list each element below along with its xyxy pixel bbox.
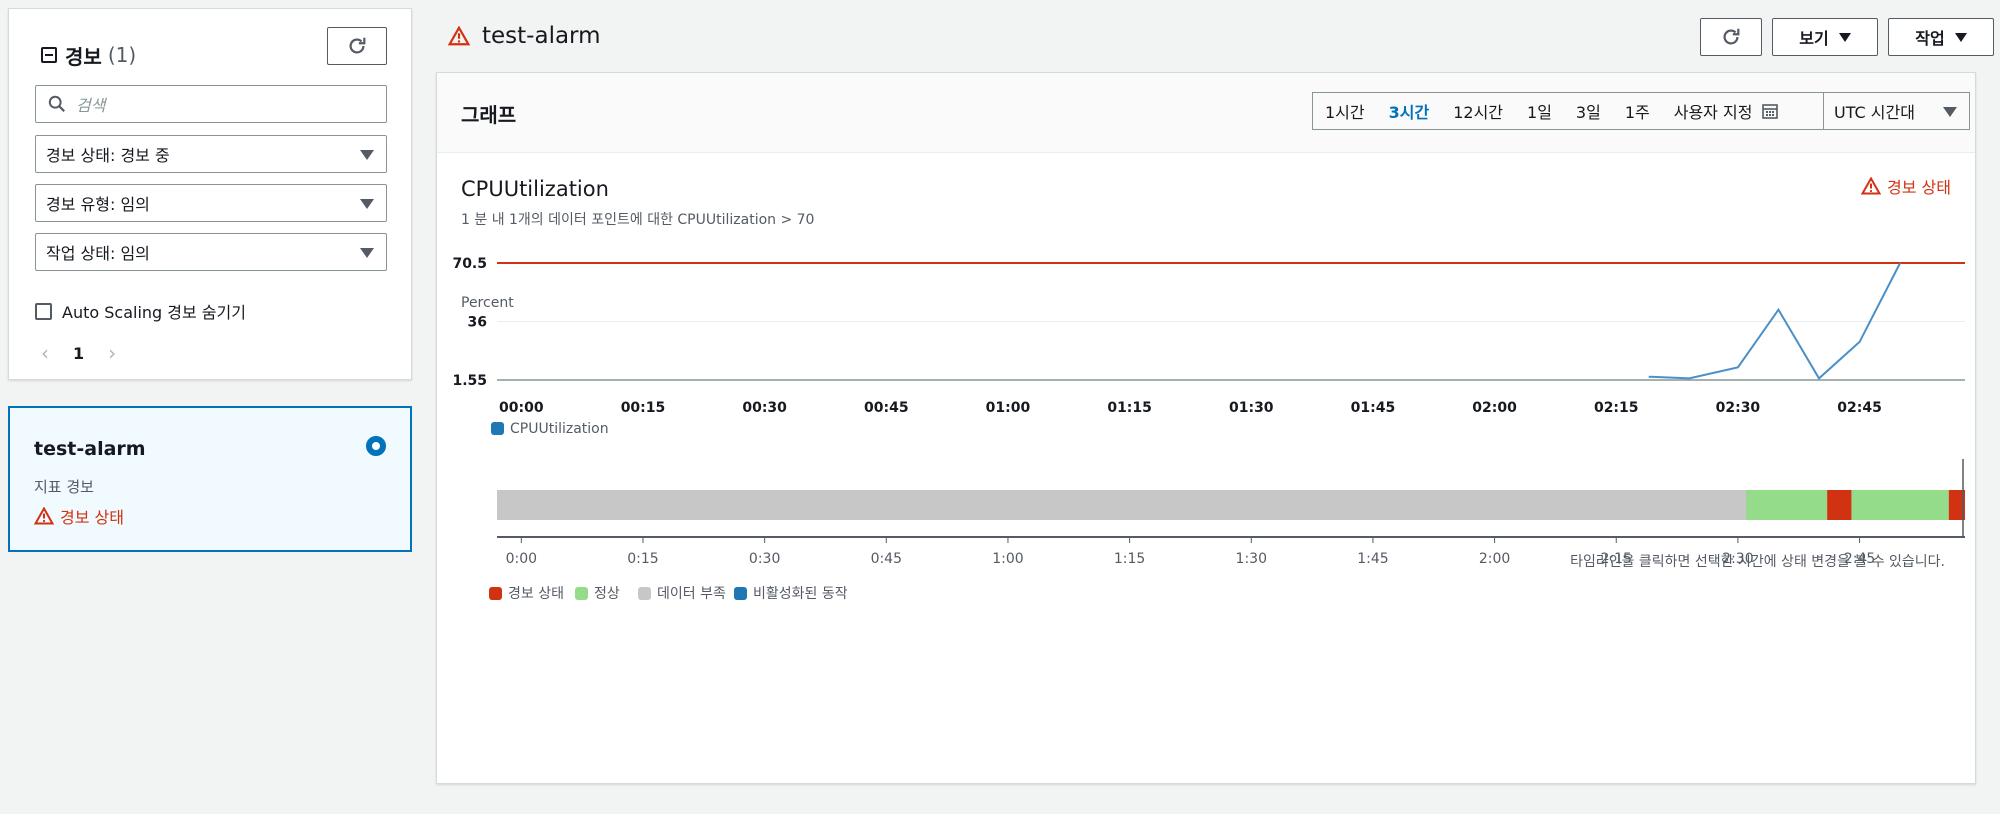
caret-down-icon [360,150,374,160]
pagination: ‹ 1 › [41,341,116,365]
alarm-list-title: 경보 [65,44,102,69]
x-tick-label: 01:45 [1351,400,1396,416]
timeline-hint: 타임라인을 클릭하면 선택한 시간에 상태 변경을 볼 수 있습니다. [1570,554,1945,570]
timeline-tick-label: 2:00 [1479,551,1510,567]
caret-down-icon [1838,32,1851,42]
timeline-segment-ok [1851,490,1949,520]
alarm-list-item[interactable]: test-alarm 지표 경보 경보 상태 [8,406,412,552]
view-dropdown-button[interactable]: 보기 [1772,18,1878,56]
timeline-tick-label: 0:45 [871,551,902,567]
series-line-cpuutilization [1648,262,1902,380]
chevron-right-icon[interactable]: › [108,341,116,365]
alarm-item-kind: 지표 경보 [34,478,94,496]
timeline-legend-label: 정상 [594,586,620,602]
timeline-tick-label: 1:30 [1236,551,1267,567]
timeline-legend-swatch-disabled [734,587,747,600]
refresh-icon [349,37,366,54]
sidebar-refresh-button[interactable] [327,27,387,65]
y-tick-label: 36 [468,315,487,331]
alarm-search-input[interactable]: 검색 [35,85,387,123]
x-tick-label: 01:15 [1107,400,1152,416]
timeline-legend-swatch-ok [575,587,588,600]
alarm-item-state-label: 경보 상태 [60,508,124,527]
x-tick-label: 00:00 [499,400,544,416]
graph-panel: 그래프 1시간 3시간 12시간 1일 3일 1주 사용자 지정 UTC 시간대 [436,72,1976,784]
y-tick-label: 70.5 [452,256,487,272]
alarm-item-state: 경보 상태 [34,504,124,528]
x-tick-label: 02:45 [1837,400,1882,416]
alarm-type-filter-label: 경보 유형: 임의 [46,195,150,214]
timeline-legend-swatch-insufficient [638,587,651,600]
series-legend-label: CPUUtilization [510,421,609,437]
search-icon [48,95,65,112]
caret-down-icon [360,199,374,209]
page-number[interactable]: 1 [73,344,84,363]
timeline-segment-insufficient [497,490,1747,520]
caret-down-icon [360,248,374,258]
timeline-legend-swatch-alarm [489,587,502,600]
view-button-label: 보기 [1799,29,1829,48]
page-title: test-alarm [448,18,601,54]
timeline-tick-label: 0:30 [749,551,780,567]
action-state-filter-label: 작업 상태: 임의 [46,244,150,263]
caret-down-icon [1954,32,1967,42]
timeline-segment-ok [1746,490,1828,520]
metric-chart: Percent 1.55 36 70.5 00:00 00:15 00:30 00:45 0… [452,256,1965,602]
timeline-tick-label: 0:00 [506,551,537,567]
collapse-icon[interactable] [41,47,57,63]
alarm-list-header: 경보 (1) [41,33,136,77]
y-axis-label: Percent [461,295,514,311]
alarm-item-name: test-alarm [34,438,146,460]
x-tick-label: 00:15 [621,400,666,416]
x-tick-label: 01:30 [1229,400,1274,416]
search-placeholder: 검색 [76,96,106,115]
refresh-icon [1723,28,1740,45]
hide-autoscaling-label: Auto Scaling 경보 숨기기 [62,303,246,322]
timeline-tick-label: 1:15 [1114,551,1145,567]
actions-button-label: 작업 [1915,29,1945,48]
chevron-left-icon[interactable]: ‹ [41,341,49,365]
refresh-button[interactable] [1700,18,1762,56]
alarm-select-radio[interactable] [366,436,386,456]
page-title-text: test-alarm [482,23,601,49]
x-tick-label: 00:45 [864,400,909,416]
timeline-legend-label: 경보 상태 [508,586,564,602]
timeline-legend-label: 데이터 부족 [657,586,726,602]
action-state-filter[interactable]: 작업 상태: 임의 [35,233,387,271]
x-tick-label: 02:15 [1594,400,1639,416]
warning-icon [34,507,54,525]
warning-icon [448,26,470,46]
timeline-segment-alarm [1827,490,1852,520]
series-legend-swatch [491,422,504,435]
hide-autoscaling-option[interactable]: Auto Scaling 경보 숨기기 [35,299,246,323]
actions-dropdown-button[interactable]: 작업 [1888,18,1994,56]
timeline-tick-label: 1:00 [992,551,1023,567]
alarm-type-filter[interactable]: 경보 유형: 임의 [35,184,387,222]
alarm-state-filter[interactable]: 경보 상태: 경보 중 [35,135,387,173]
timeline-tick-label: 0:15 [627,551,658,567]
x-tick-label: 00:30 [742,400,787,416]
timeline-tick-label: 1:45 [1357,551,1388,567]
x-tick-label: 02:00 [1472,400,1517,416]
x-tick-label: 01:00 [986,400,1031,416]
x-tick-label: 02:30 [1716,400,1761,416]
alarm-count: (1) [107,43,137,67]
alarm-filter-panel: 경보 (1) 검색 경보 상태: 경보 중 경보 유형: 임의 작업 상태: 임… [8,8,412,380]
alarm-state-filter-label: 경보 상태: 경보 중 [46,146,170,165]
y-tick-label: 1.55 [452,373,487,389]
timeline-legend-label: 비활성화된 동작 [753,586,848,602]
hide-autoscaling-checkbox[interactable] [35,302,52,320]
